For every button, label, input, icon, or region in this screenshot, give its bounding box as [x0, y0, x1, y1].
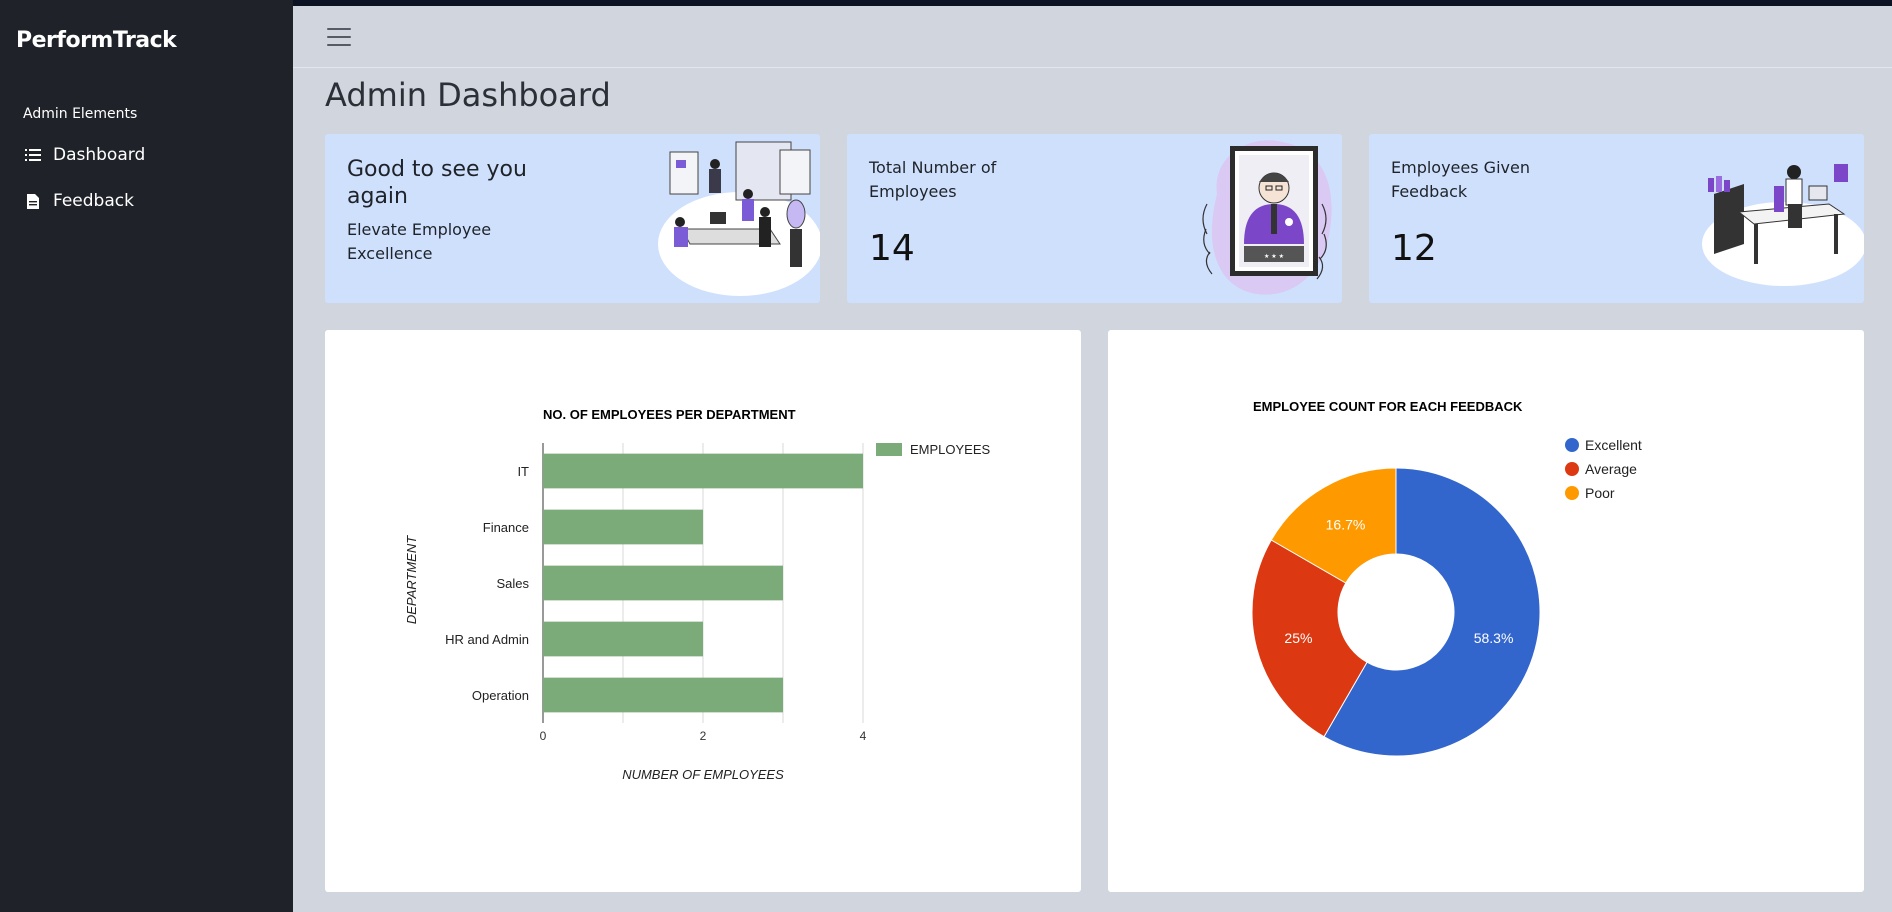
total-employees-value: 14	[869, 228, 915, 269]
bar-hr-and-admin[interactable]	[543, 621, 703, 657]
slice-percent-label: 25%	[1284, 630, 1312, 646]
sidebar: PerformTrack Admin Elements Dashboard Fe…	[0, 0, 293, 912]
welcome-card: Good to see you again Elevate Employee E…	[325, 134, 820, 303]
feedback-donut-chart: EMPLOYEE COUNT FOR EACH FEEDBACK 58.3% 25…	[1251, 399, 1642, 757]
page-title: Admin Dashboard	[325, 76, 611, 114]
legend-label-average: Average	[1585, 461, 1637, 477]
total-employees-card: Total Number of Employees 14 ★ ★ ★	[847, 134, 1342, 303]
legend-swatch-poor	[1565, 486, 1579, 500]
team-meeting-illustration	[658, 141, 820, 296]
legend-swatch-employees	[876, 443, 902, 456]
legend-label-poor: Poor	[1585, 485, 1615, 501]
brand-logo[interactable]: PerformTrack	[16, 28, 177, 53]
welcome-subtitle: Elevate Employee Excellence	[347, 220, 492, 263]
sidebar-item-label: Feedback	[53, 191, 134, 211]
bar-it[interactable]	[543, 453, 863, 489]
bar-chart-title: NO. OF EMPLOYEES PER DEPARTMENT	[543, 407, 796, 422]
bar-chart-y-axis-label: DEPARTMENT	[404, 535, 419, 624]
list-icon	[23, 148, 43, 162]
sidebar-item-label: Dashboard	[53, 145, 146, 165]
legend-label-employees: EMPLOYEES	[910, 442, 991, 457]
hamburger-icon[interactable]	[327, 28, 351, 48]
sidebar-item-feedback[interactable]: Feedback	[23, 191, 134, 211]
donut-chart-title: EMPLOYEE COUNT FOR EACH FEEDBACK	[1253, 399, 1523, 414]
x-tick-label: 4	[860, 729, 867, 743]
document-icon	[23, 193, 43, 209]
department-bar-chart: 024 ITFinanceSalesHR and AdminOperation …	[404, 407, 991, 782]
legend-swatch-average	[1565, 462, 1579, 476]
total-employees-label: Total Number of Employees	[869, 158, 997, 201]
bar-chart-x-axis-label: NUMBER OF EMPLOYEES	[622, 767, 784, 782]
category-label: HR and Admin	[445, 632, 529, 647]
office-desk-illustration	[1702, 164, 1864, 286]
category-label: Finance	[483, 520, 529, 535]
sidebar-item-dashboard[interactable]: Dashboard	[23, 145, 145, 165]
bar-operation[interactable]	[543, 677, 783, 713]
welcome-title: Good to see you again	[347, 157, 527, 209]
department-chart-panel: 024 IT Finance Sales HR and Admin Operation …	[325, 330, 1081, 892]
employee-of-month-illustration: ★ ★ ★	[1202, 140, 1332, 295]
bar-chart-legend[interactable]: EMPLOYEES	[876, 442, 991, 457]
sidebar-section-heading: Admin Elements	[23, 106, 138, 122]
category-label: Operation	[472, 688, 529, 703]
svg-text:★ ★ ★: ★ ★ ★	[1264, 253, 1284, 260]
x-tick-label: 2	[700, 729, 707, 743]
feedback-given-card: Employees Given Feedback 12	[1369, 134, 1864, 303]
slice-percent-label: 16.7%	[1326, 517, 1366, 533]
top-bar	[293, 6, 1892, 68]
donut-chart-legend[interactable]: Excellent Average Poor	[1565, 437, 1642, 501]
category-label: Sales	[496, 576, 529, 591]
legend-label-excellent: Excellent	[1585, 437, 1642, 453]
feedback-chart-panel: EMPLOYEE COUNT FOR EACH FEEDBACK 58.3% 25…	[1108, 330, 1864, 892]
feedback-given-value: 12	[1391, 228, 1437, 269]
bar-sales[interactable]	[543, 565, 783, 601]
x-tick-label: 0	[540, 729, 547, 743]
category-label: IT	[517, 464, 529, 479]
bar-finance[interactable]	[543, 509, 703, 545]
slice-percent-label: 58.3%	[1474, 630, 1514, 646]
legend-swatch-excellent	[1565, 438, 1579, 452]
feedback-given-label: Employees Given Feedback	[1391, 158, 1530, 201]
